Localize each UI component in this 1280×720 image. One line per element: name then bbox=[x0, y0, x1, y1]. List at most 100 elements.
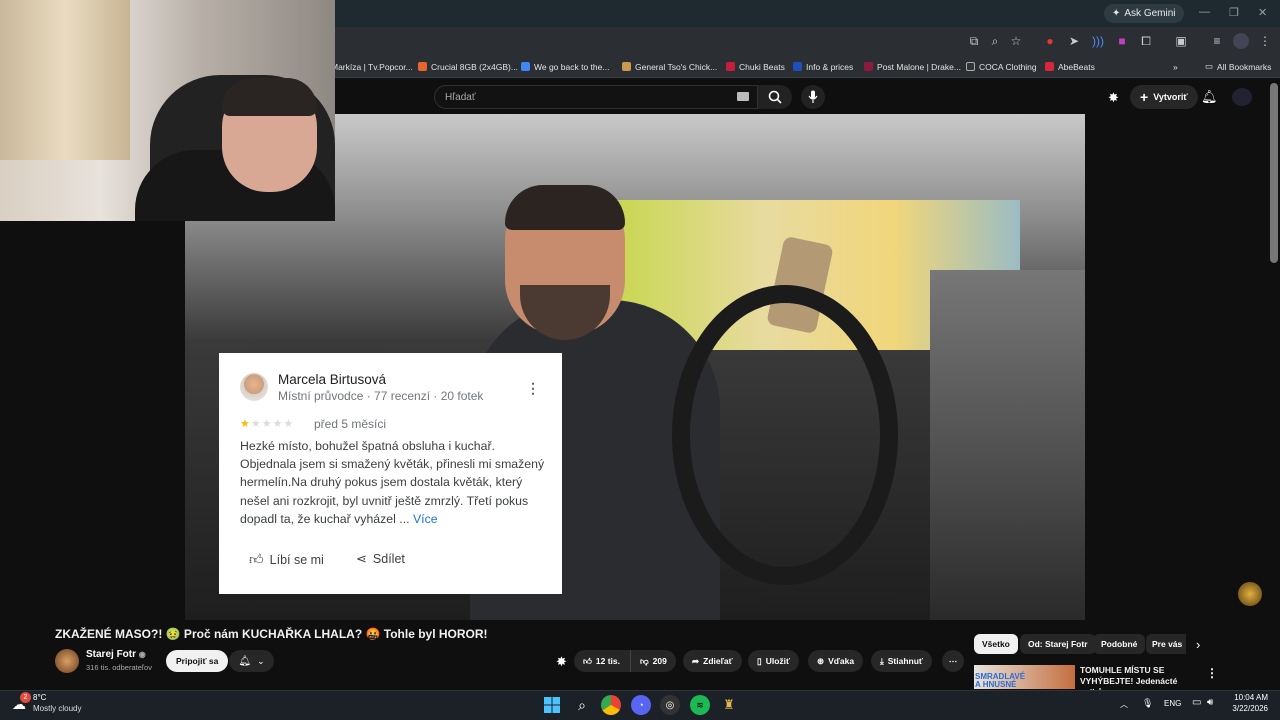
extension-arrow-icon[interactable]: ➤ bbox=[1066, 33, 1082, 49]
join-button[interactable]: Pripojiť sa bbox=[166, 650, 229, 672]
extension-star-icon[interactable]: ✸ bbox=[1108, 90, 1119, 106]
zoom-icon[interactable]: ⌕ bbox=[987, 33, 1003, 49]
spotify-icon[interactable]: ≋ bbox=[690, 695, 710, 715]
bookmark-item[interactable]: Chuki Beats bbox=[726, 58, 785, 75]
app-icon[interactable]: ♜ bbox=[719, 695, 739, 715]
chip-for-you[interactable]: Pre vás bbox=[1146, 634, 1186, 654]
chip-from-channel[interactable]: Od: Starej Fotr bbox=[1020, 634, 1096, 654]
thanks-button[interactable]: ⊛ Vďaka bbox=[808, 650, 864, 672]
extensions-puzzle-icon[interactable]: ⧠ bbox=[1138, 33, 1154, 49]
review-date: před 5 měsíci bbox=[314, 417, 387, 431]
keyboard-icon[interactable] bbox=[737, 92, 749, 101]
discord-icon[interactable]: ◔ bbox=[631, 695, 651, 715]
voice-search-button[interactable] bbox=[801, 85, 825, 109]
page-scrollbar[interactable] bbox=[1270, 83, 1278, 263]
recommendation-menu-icon[interactable]: ⋮ bbox=[1206, 666, 1218, 680]
extension-star-icon[interactable]: ✸ bbox=[556, 654, 567, 670]
microphone-tray-icon[interactable]: 🎙︎ bbox=[1142, 698, 1153, 709]
notifications-bell-icon[interactable]: 🔔︎ bbox=[1201, 89, 1218, 105]
bookmark-favicon bbox=[864, 62, 873, 71]
review-text-block: Hezké místo, bohužel špatná obsluha i ku… bbox=[240, 437, 545, 528]
bookmark-item[interactable]: We go back to the... bbox=[521, 58, 609, 75]
all-bookmarks-button[interactable]: ▭ All Bookmarks bbox=[1205, 58, 1271, 75]
review-share-button: ⋖ Sdílet bbox=[356, 551, 405, 567]
thumbs-down-icon: 👎︎ bbox=[640, 655, 649, 666]
clock-date[interactable]: 3/22/2026 bbox=[1222, 704, 1268, 713]
chip-all[interactable]: Všetko bbox=[974, 634, 1018, 654]
webcam-curtain bbox=[0, 0, 130, 160]
download-label: Stiahnuť bbox=[887, 656, 924, 666]
share-icon: ⋖ bbox=[356, 551, 367, 566]
like-button[interactable]: 👍︎ 12 tis. bbox=[574, 650, 630, 672]
obs-icon[interactable]: ◎ bbox=[660, 695, 680, 715]
review-like-button: 👍︎ Líbí se mi bbox=[249, 551, 324, 568]
chip-related[interactable]: Podobné bbox=[1093, 634, 1146, 654]
bookmark-favicon bbox=[418, 62, 427, 71]
maximize-icon[interactable]: ❐ bbox=[1229, 6, 1239, 19]
thumbs-up-icon: 👍︎ bbox=[249, 551, 264, 567]
more-actions-icon[interactable]: ⋯ bbox=[942, 650, 964, 672]
volume-icon[interactable]: 🔊︎ bbox=[1207, 697, 1213, 708]
review-like-label: Líbí se mi bbox=[269, 552, 324, 567]
bookmark-star-icon[interactable]: ☆ bbox=[1008, 33, 1024, 49]
extension-purple-icon[interactable]: ■ bbox=[1114, 33, 1130, 49]
chrome-icon[interactable] bbox=[601, 695, 621, 715]
bookmark-item[interactable]: AbeBeats bbox=[1045, 58, 1095, 75]
mic-icon bbox=[808, 90, 818, 103]
bookmarks-overflow-icon[interactable]: » bbox=[1173, 58, 1178, 75]
side-panel-icon[interactable]: ▣ bbox=[1173, 33, 1189, 49]
thanks-label: Vďaka bbox=[828, 656, 855, 666]
create-button[interactable]: + Vytvoriť bbox=[1130, 85, 1198, 109]
tray-overflow-icon[interactable]: ︿ bbox=[1120, 699, 1128, 710]
review-menu-icon: ⋮ bbox=[526, 380, 540, 396]
language-indicator[interactable]: ENG bbox=[1164, 699, 1181, 708]
media-icon[interactable]: ≡ bbox=[1209, 33, 1225, 49]
notification-settings-button[interactable]: 🔔︎ ⌄ bbox=[229, 650, 274, 672]
minimize-icon[interactable]: — bbox=[1199, 6, 1210, 18]
webcam-overlay bbox=[0, 0, 335, 221]
video-title: ZKAŽENÉ MASO?! 🤢 Proč nám KUCHAŘKA LHALA… bbox=[55, 627, 488, 641]
taskbar-search-icon[interactable]: ⌕ bbox=[572, 695, 592, 715]
recommendation-thumbnail[interactable]: SMRADLAVÉ A HNUSNÉ bbox=[974, 665, 1075, 689]
bookmark-item[interactable]: Post Malone | Drake... bbox=[864, 58, 961, 75]
extension-red-icon[interactable]: ● bbox=[1042, 33, 1058, 49]
bookmark-favicon bbox=[1045, 62, 1054, 71]
profile-avatar-icon[interactable] bbox=[1233, 33, 1249, 49]
weather-temperature[interactable]: 8°C bbox=[33, 693, 46, 702]
like-count: 12 tis. bbox=[595, 656, 620, 666]
bookmark-favicon bbox=[521, 62, 530, 71]
channel-avatar-icon[interactable] bbox=[1232, 88, 1252, 106]
windows-start-icon[interactable] bbox=[542, 695, 562, 715]
bell-icon: 🔔︎ bbox=[238, 655, 252, 667]
ask-gemini-button[interactable]: ✦ Ask Gemini bbox=[1104, 4, 1184, 23]
bookmark-item[interactable]: Crucial 8GB (2x4GB)... bbox=[418, 58, 518, 75]
thumbs-up-icon: 👍︎ bbox=[583, 655, 592, 666]
search-input[interactable]: Hľadať bbox=[434, 85, 758, 109]
extension-audio-icon[interactable]: ))) bbox=[1090, 33, 1106, 49]
dislike-button[interactable]: 👎︎ 209 bbox=[630, 650, 676, 672]
menu-kebab-icon[interactable]: ⋮ bbox=[1257, 33, 1273, 49]
weather-description[interactable]: Mostly cloudy bbox=[33, 704, 81, 713]
download-button[interactable]: ⤓ Stiahnuť bbox=[871, 650, 933, 672]
search-button[interactable] bbox=[758, 85, 792, 109]
save-button[interactable]: ▯ Uložiť bbox=[748, 650, 800, 672]
bookmark-item[interactable]: COCA Clothing bbox=[966, 58, 1037, 75]
network-icon[interactable]: ▭ bbox=[1192, 697, 1201, 708]
share-button[interactable]: ➦ Zdieľať bbox=[683, 650, 742, 672]
channel-avatar[interactable] bbox=[55, 649, 79, 673]
bookmark-item[interactable]: General Tso's Chick... bbox=[622, 58, 717, 75]
bookmark-item[interactable]: Markíza | Tv.Popcor... bbox=[331, 58, 413, 75]
reviewer-meta: Místní průvodce · 77 recenzí · 20 fotek bbox=[278, 389, 484, 403]
chips-next-icon[interactable]: › bbox=[1196, 637, 1200, 652]
close-icon[interactable]: ✕ bbox=[1258, 6, 1267, 19]
thanks-icon: ⊛ bbox=[817, 655, 825, 666]
channel-watermark[interactable] bbox=[1238, 582, 1262, 606]
reviewer-name: Marcela Birtusová bbox=[278, 372, 387, 387]
channel-name[interactable]: Starej Fotr ◉ bbox=[86, 649, 146, 660]
install-app-icon[interactable]: ⧉ bbox=[966, 33, 982, 49]
reviewer-avatar bbox=[240, 373, 268, 401]
bookmark-item[interactable]: Info & prices bbox=[793, 58, 853, 75]
subscriber-count: 316 tis. odberateľov bbox=[86, 663, 152, 672]
clock-time[interactable]: 10:04 AM bbox=[1232, 693, 1268, 702]
folder-icon: ▭ bbox=[1205, 61, 1214, 71]
